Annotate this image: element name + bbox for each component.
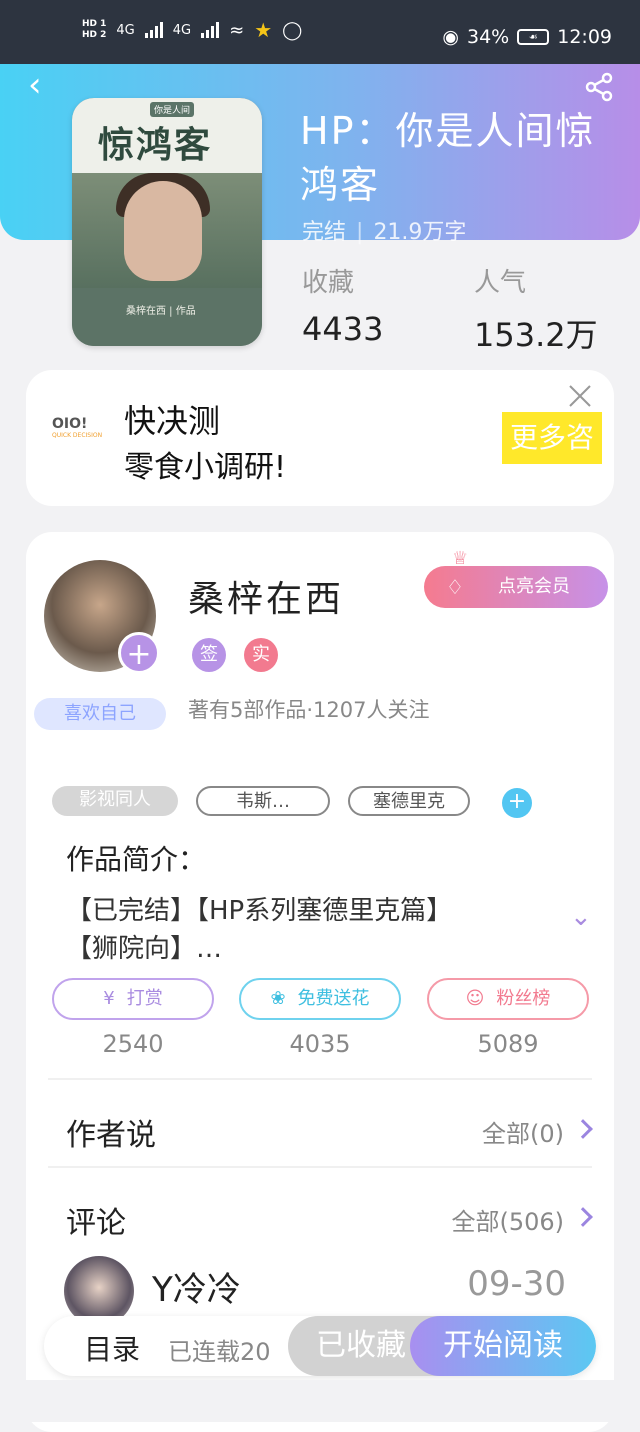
divider	[48, 1166, 592, 1168]
loading-icon: ◯	[282, 19, 303, 41]
toc-button[interactable]: 目录	[84, 1328, 140, 1368]
fans-count: 5089	[477, 1030, 539, 1058]
meta-separator: |	[356, 220, 364, 245]
tag-item[interactable]: 韦斯…	[196, 786, 330, 816]
back-icon[interactable]: ‹	[28, 68, 54, 102]
clock: 12:09	[557, 26, 612, 48]
like-tag: 喜欢自己	[34, 698, 166, 730]
tip-count: 2540	[102, 1030, 164, 1058]
cover-face	[124, 181, 202, 281]
signed-badge: 签	[192, 638, 226, 672]
author-name[interactable]: 桑梓在西	[188, 570, 344, 622]
battery-icon: ☙	[517, 29, 550, 45]
status-left: HD 1 HD 2 4G 4G ≈ ★ ◯	[82, 18, 302, 42]
book-meta: 完结 | 21.9万字	[302, 214, 466, 246]
comments-more[interactable]: 全部(506)	[451, 1202, 564, 1237]
comments-title: 评论	[66, 1206, 126, 1241]
fans-label: 粉丝榜	[496, 988, 551, 1009]
sim2-label: HD 2	[82, 30, 107, 40]
signal1-icon	[144, 22, 163, 38]
popularity-value: 153.2万	[474, 316, 598, 354]
flower-button[interactable]: ❀ 免费送花	[239, 978, 401, 1020]
signal2-icon	[201, 22, 220, 38]
cover-author: 桑梓在西 | 作品	[126, 306, 196, 317]
fans-icon: ☺	[465, 988, 485, 1009]
sim-indicator: HD 1 HD 2	[82, 19, 106, 41]
intro-text[interactable]: 【已完结】【HP系列塞德里克篇】 【狮院向】…	[66, 892, 546, 968]
battery-percent: 34%	[467, 26, 510, 48]
add-tag-icon[interactable]: +	[502, 788, 532, 818]
cover-title: 惊鸿客	[98, 124, 213, 166]
data-saver-icon: ◉	[442, 26, 459, 48]
comment-date: 09-30	[467, 1264, 566, 1304]
book-status: 完结	[302, 220, 347, 245]
status-right: ◉ 34% ☙ 12:09	[442, 26, 612, 48]
author-say-title[interactable]: 作者说	[66, 1110, 156, 1154]
network1-label: 4G	[116, 22, 135, 38]
tip-label: 打赏	[126, 988, 163, 1009]
ad-logo-sub: QUICK DECISION	[52, 432, 103, 439]
flower-label: 免费送花	[297, 988, 370, 1009]
bottom-action-bar: 目录 已连载20 已收藏 开始阅读	[44, 1316, 596, 1376]
ad-banner[interactable]: OIO! QUICK DECISION 快决测 零食小调研! 更多咨	[26, 370, 614, 506]
intro-line: 【已完结】【HP系列塞德里克篇】	[66, 896, 453, 926]
tag-item[interactable]: 影视同人	[52, 786, 178, 816]
ad-logo-text: OIO!	[52, 416, 88, 432]
tag-item[interactable]: 塞德里克	[348, 786, 470, 816]
tip-button[interactable]: ¥ 打赏	[52, 978, 214, 1020]
favorites-label: 收藏	[302, 268, 355, 298]
ad-subline: 零食小调研!	[124, 450, 287, 485]
fans-button[interactable]: ☺ 粉丝榜	[427, 978, 589, 1020]
flower-count: 4035	[289, 1030, 351, 1058]
start-reading-button[interactable]: 开始阅读	[410, 1316, 596, 1376]
cover-photo	[72, 173, 262, 288]
commenter-name[interactable]: Y冷冷	[152, 1262, 241, 1311]
wifi-icon: ≈	[229, 19, 245, 41]
serial-status: 已连载20	[168, 1338, 271, 1366]
cover-subtitle: 你是人间	[150, 102, 195, 117]
favorites-value: 4433	[302, 310, 384, 348]
status-bar: HD 1 HD 2 4G 4G ≈ ★ ◯ ◉ 34% ☙ 12:09	[0, 0, 640, 64]
book-title: HP：你是人间惊鸿客	[300, 109, 596, 207]
yen-icon: ¥	[103, 988, 115, 1009]
verified-badge: 实	[244, 638, 278, 672]
network2-label: 4G	[172, 22, 192, 38]
divider	[48, 1078, 592, 1080]
flower-icon: ❀	[270, 988, 286, 1009]
author-info: 著有5部作品·1207人关注	[188, 698, 430, 722]
diamond-icon: ♢	[446, 575, 464, 599]
intro-label: 作品简介：	[66, 843, 207, 876]
author-say-more[interactable]: 全部(0)	[482, 1114, 564, 1149]
ad-more-button[interactable]: 更多咨	[502, 412, 602, 464]
vip-button[interactable]: ♢ 点亮会员	[424, 566, 608, 608]
system-nav-area	[0, 1380, 640, 1422]
word-count: 21.9万字	[373, 220, 467, 245]
ad-logo: OIO! QUICK DECISION	[52, 416, 102, 439]
star-icon: ★	[254, 18, 273, 42]
ad-headline: 快决测	[124, 402, 221, 440]
close-icon[interactable]	[566, 382, 594, 410]
vip-button-label: 点亮会员	[498, 576, 570, 597]
sim1-label: HD 1	[82, 19, 107, 29]
expand-chevron-icon[interactable]: ⌄	[570, 902, 592, 932]
share-icon[interactable]	[584, 72, 614, 102]
intro-line: 【狮院向】…	[66, 934, 223, 964]
popularity-label: 人气	[474, 268, 527, 298]
cover-footer	[72, 288, 262, 346]
follow-plus-icon[interactable]: +	[118, 632, 160, 674]
book-cover[interactable]: 你是人间 惊鸿客 桑梓在西 | 作品	[72, 98, 262, 346]
